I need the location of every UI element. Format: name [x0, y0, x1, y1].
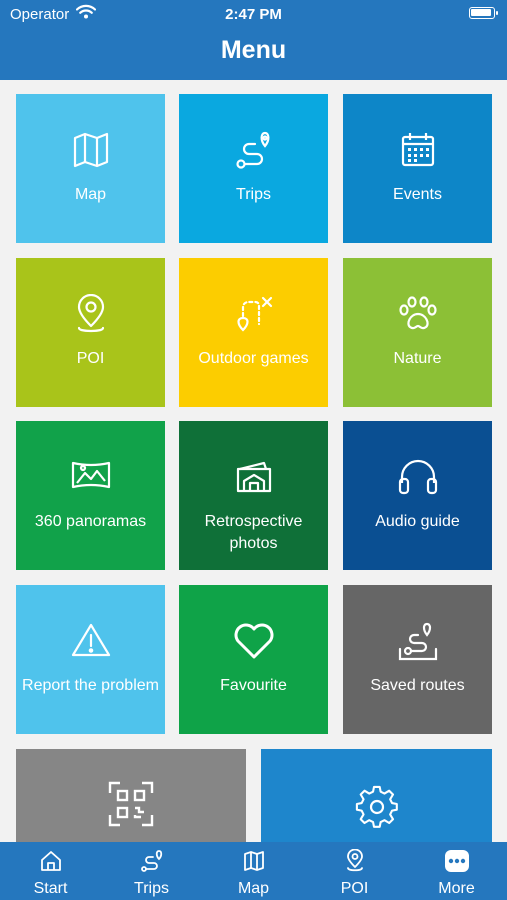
- tab-label: More: [438, 880, 475, 897]
- paw-icon: [398, 296, 437, 330]
- gear-icon: [355, 785, 398, 828]
- tile-map[interactable]: Map: [16, 94, 165, 243]
- tab-label: POI: [340, 880, 369, 897]
- tab-label: Map: [237, 880, 270, 897]
- home-icon: [40, 851, 61, 871]
- tab-poi[interactable]: POI: [304, 842, 405, 900]
- tile-label: Favourite: [220, 677, 287, 694]
- tile-label: Events: [393, 186, 442, 203]
- location-pin-icon: [346, 849, 363, 872]
- headphones-icon: [398, 459, 437, 495]
- tile-nature[interactable]: Nature: [343, 258, 492, 407]
- tile-trips[interactable]: Trips: [179, 94, 328, 243]
- tile-label: Audio guide: [375, 513, 460, 530]
- tile-label: Map: [74, 186, 107, 203]
- map-icon: [73, 132, 108, 168]
- clock: 2:47 PM: [225, 6, 282, 23]
- photo-icon: [236, 461, 271, 493]
- page-title: Menu: [220, 36, 287, 64]
- tab-start[interactable]: Start: [0, 842, 101, 900]
- more-icon: [444, 850, 469, 872]
- tile-audio-guide[interactable]: Audio guide: [343, 421, 492, 570]
- tile-label: Retrospective photos: [204, 513, 303, 552]
- tile-settings[interactable]: [261, 749, 492, 842]
- route-icon: [235, 131, 269, 169]
- tile-poi[interactable]: POI: [16, 258, 165, 407]
- top-bar: Operator 2:47 PM Menu: [0, 0, 507, 80]
- tile-report-problem[interactable]: Report the problem: [16, 585, 165, 734]
- tile-label: Nature: [393, 350, 442, 367]
- tile-label: 360 panoramas: [34, 513, 147, 530]
- tile-favourite[interactable]: Favourite: [179, 585, 328, 734]
- tile-label: Saved routes: [370, 677, 465, 694]
- status-bar: Operator 2:47 PM: [0, 0, 507, 28]
- tile-qr-scanner[interactable]: [16, 749, 246, 842]
- tile-label: POI: [76, 350, 105, 367]
- tile-label: Report the problem: [22, 677, 159, 694]
- tab-label: Trips: [134, 880, 169, 897]
- tile-events[interactable]: Events: [343, 94, 492, 243]
- tab-label: Start: [33, 880, 68, 897]
- treasure-path-icon: [236, 296, 272, 332]
- location-pin-icon: [77, 294, 104, 333]
- route-icon: [140, 850, 162, 872]
- tab-more[interactable]: More: [406, 842, 507, 900]
- tab-map[interactable]: Map: [203, 842, 304, 900]
- qr-code-icon: [108, 781, 154, 827]
- battery-icon: [469, 7, 498, 19]
- calendar-icon: [401, 133, 434, 167]
- tab-trips[interactable]: Trips: [101, 842, 202, 900]
- bottom-tab-bar: Start Trips Map POI More: [0, 842, 507, 900]
- warning-icon: [71, 623, 110, 657]
- map-icon: [243, 851, 264, 871]
- tile-outdoor-games[interactable]: Outdoor games: [179, 258, 328, 407]
- tile-saved-routes[interactable]: Saved routes: [343, 585, 492, 734]
- heart-icon: [234, 623, 273, 659]
- tile-label: Outdoor games: [198, 350, 309, 367]
- tile-label: Trips: [236, 186, 271, 203]
- tile-360-panoramas[interactable]: 360 panoramas: [16, 421, 165, 570]
- saved-route-icon: [398, 622, 437, 661]
- menu-grid: Map Trips Events POI Outdoor games Natur…: [0, 80, 507, 842]
- panorama-icon: [71, 461, 110, 489]
- tile-retrospective-photos[interactable]: Retrospective photos: [179, 421, 328, 570]
